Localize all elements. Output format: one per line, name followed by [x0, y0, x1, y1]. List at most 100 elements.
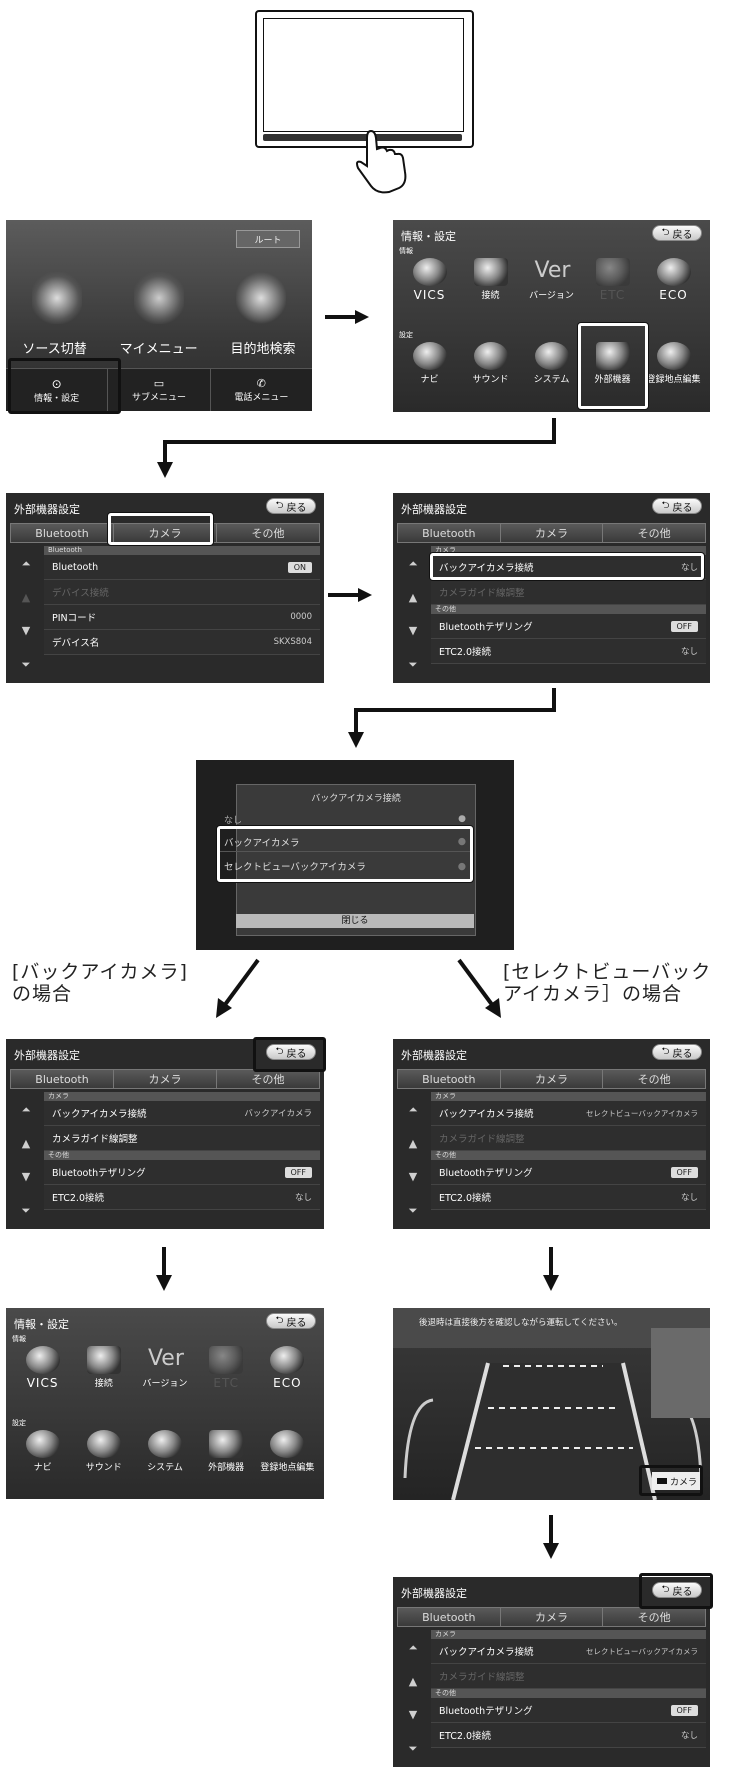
list-item[interactable]: デバイス名 SKXS804: [44, 630, 320, 655]
sub-menu-button[interactable]: ▭ サブメニュー: [108, 369, 211, 411]
highlight-info-settings: [8, 358, 121, 414]
tab-other[interactable]: その他: [603, 1070, 705, 1088]
screen-title: 外部機器設定: [401, 1049, 467, 1062]
back-button[interactable]: ⮌ 戻る: [266, 1313, 316, 1329]
tethering-row[interactable]: Bluetoothテザリング OFF: [44, 1160, 320, 1185]
version-button[interactable]: Ver バージョン: [139, 1346, 191, 1390]
row-value: バックアイカメラ: [244, 1109, 312, 1119]
vics-button[interactable]: VICS: [17, 1346, 69, 1390]
navi-button[interactable]: ナビ: [17, 1430, 69, 1473]
sound-button[interactable]: サウンド: [465, 342, 517, 385]
toggle-value: OFF: [670, 620, 698, 632]
back-label: 戻る: [286, 1317, 307, 1329]
etc-row[interactable]: ETC2.0接続 なし: [431, 1723, 706, 1748]
scroll-up-icon[interactable]: ▲: [22, 1138, 30, 1149]
scroll-top-icon[interactable]: ⏶: [22, 558, 31, 569]
tab-other[interactable]: その他: [217, 524, 319, 542]
section-bluetooth: Bluetooth: [44, 546, 320, 555]
tab-bluetooth[interactable]: Bluetooth: [11, 524, 114, 542]
tethering-row[interactable]: Bluetoothテザリング OFF: [431, 1160, 706, 1185]
etc-button[interactable]: ETC: [587, 258, 639, 302]
version-button[interactable]: Ver バージョン: [526, 258, 578, 302]
safety-warning-text: 後退時は直接後方を確認しながら運転してください。: [419, 1318, 623, 1328]
scroll-top-icon[interactable]: ⏶: [22, 1104, 31, 1115]
destination-search-label[interactable]: 目的地検索: [231, 338, 296, 357]
edit-locations-button[interactable]: 登録地点編集: [260, 1430, 314, 1473]
scroll-bottom-icon[interactable]: ⏷: [409, 1743, 418, 1754]
scroll-up-icon[interactable]: ▲: [409, 1138, 417, 1149]
back-button[interactable]: ⮌ 戻る: [266, 498, 316, 514]
row-label: デバイス名: [52, 638, 100, 649]
vics-button[interactable]: VICS: [404, 258, 456, 302]
scroll-bottom-icon[interactable]: ⏷: [22, 1205, 31, 1216]
route-button[interactable]: ルート: [236, 230, 300, 248]
etc-row[interactable]: ETC2.0接続 なし: [431, 1185, 706, 1210]
back-button[interactable]: ⮌ 戻る: [652, 225, 702, 241]
etc-button[interactable]: ETC: [200, 1346, 252, 1390]
tab-other[interactable]: その他: [603, 1608, 705, 1626]
etc-row[interactable]: ETC2.0接続 なし: [44, 1185, 320, 1210]
connection-button[interactable]: 接続: [78, 1346, 130, 1390]
scroll-top-icon[interactable]: ⏶: [409, 1104, 418, 1115]
back-camera-row[interactable]: バックアイカメラ接続 バックアイカメラ: [44, 1101, 320, 1126]
system-button[interactable]: システム: [526, 342, 578, 385]
edit-locations-button[interactable]: 登録地点編集: [647, 342, 701, 385]
highlight-back-button: [639, 1573, 713, 1609]
highlight-back-button: [253, 1037, 326, 1072]
navi-button[interactable]: ナビ: [404, 342, 456, 385]
system-button[interactable]: システム: [139, 1430, 191, 1473]
back-button[interactable]: ⮌ 戻る: [652, 498, 702, 514]
tethering-row[interactable]: Bluetoothテザリング OFF: [431, 1698, 706, 1723]
connection-button[interactable]: 接続: [465, 258, 517, 302]
tab-camera[interactable]: カメラ: [501, 524, 604, 542]
screen-title: 外部機器設定: [14, 1049, 80, 1062]
tab-bluetooth[interactable]: Bluetooth: [398, 524, 501, 542]
tab-bluetooth[interactable]: Bluetooth: [398, 1608, 501, 1626]
scroll-down-icon[interactable]: ▼: [22, 1171, 30, 1182]
scroll-down-icon[interactable]: ▼: [409, 1709, 417, 1720]
car-icon: [412, 258, 447, 286]
phone-menu-button[interactable]: ✆ 電話メニュー: [211, 369, 312, 411]
etc-row[interactable]: ETC2.0接続 なし: [431, 639, 706, 664]
eco-button[interactable]: ECO: [648, 258, 700, 302]
row-label: Bluetoothテザリング: [439, 1168, 533, 1179]
version-label: バージョン: [142, 1379, 188, 1389]
tethering-row[interactable]: Bluetoothテザリング OFF: [431, 614, 706, 639]
external-device-button[interactable]: 外部機器: [200, 1430, 252, 1473]
scroll-down-icon[interactable]: ▼: [409, 1171, 417, 1182]
external-settings-selectview-screen: 外部機器設定 ⮌ 戻る Bluetooth カメラ その他 ⏶ ▲ ▼ ⏷ カメラ バッ…: [393, 1039, 710, 1229]
wrench-icon: [412, 342, 447, 370]
back-camera-row[interactable]: バックアイカメラ接続 セレクトビューバックアイカメラ: [431, 1101, 706, 1126]
my-menu-label[interactable]: マイメニュー: [120, 338, 198, 357]
scroll-top-icon[interactable]: ⏶: [409, 558, 418, 569]
tab-other[interactable]: その他: [217, 1070, 319, 1088]
scroll-down-icon[interactable]: ▼: [22, 625, 30, 636]
source-switch-label[interactable]: ソース切替: [22, 338, 86, 357]
etc-icon: [595, 258, 630, 286]
tab-camera[interactable]: カメラ: [501, 1070, 604, 1088]
tab-bluetooth[interactable]: Bluetooth: [398, 1070, 501, 1088]
sound-button[interactable]: サウンド: [78, 1430, 130, 1473]
eco-button[interactable]: ECO: [261, 1346, 313, 1390]
popup-close-button[interactable]: 閉じる: [236, 914, 474, 928]
scroll-up-icon[interactable]: ▲: [22, 592, 30, 603]
tab-camera[interactable]: カメラ: [501, 1608, 604, 1626]
back-button[interactable]: ⮌ 戻る: [652, 1044, 702, 1060]
back-camera-row[interactable]: バックアイカメラ接続 セレクトビューバックアイカメラ: [431, 1639, 706, 1664]
row-label: カメラガイド線調整: [439, 1134, 525, 1145]
scroll-bottom-icon[interactable]: ⏷: [409, 1205, 418, 1216]
tab-camera[interactable]: カメラ: [114, 1070, 217, 1088]
tab-bluetooth[interactable]: Bluetooth: [11, 1070, 114, 1088]
version-icon: Ver: [147, 1346, 184, 1371]
scroll-down-icon[interactable]: ▼: [409, 625, 417, 636]
list-item[interactable]: Bluetooth ON: [44, 555, 320, 580]
scroll-bottom-icon[interactable]: ⏷: [22, 659, 31, 670]
scroll-up-icon[interactable]: ▲: [409, 1676, 417, 1687]
scroll-up-icon[interactable]: ▲: [409, 592, 417, 603]
scroll-top-icon[interactable]: ⏶: [409, 1642, 418, 1653]
section-camera: カメラ: [431, 1630, 706, 1639]
camera-guide-row[interactable]: カメラガイド線調整: [44, 1126, 320, 1151]
tab-other[interactable]: その他: [603, 524, 705, 542]
list-item[interactable]: PINコード 0000: [44, 605, 320, 630]
scroll-bottom-icon[interactable]: ⏷: [409, 659, 418, 670]
